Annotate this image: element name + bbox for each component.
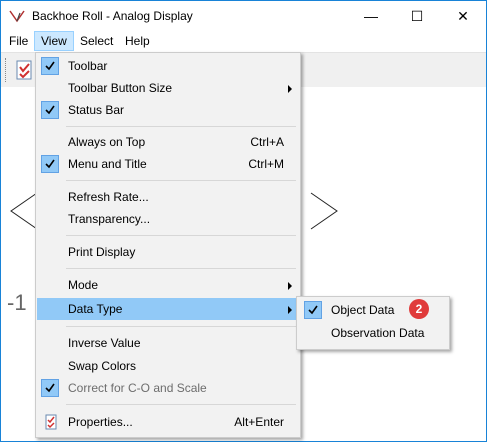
menu-item-label: Swap Colors (68, 359, 137, 373)
menu-item-label: Correct for C-O and Scale (68, 381, 207, 395)
view-menu-dropdown: Toolbar Toolbar Button Size Status Bar A… (35, 52, 301, 438)
menu-item-mode[interactable]: Mode (37, 274, 299, 296)
gauge-right-edge (310, 192, 338, 230)
menu-item-label: Data Type (68, 302, 123, 316)
menu-separator (66, 404, 296, 405)
check-icon (41, 101, 59, 119)
minimize-button[interactable]: — (348, 1, 394, 31)
close-button[interactable]: ✕ (440, 1, 486, 31)
menu-item-print-display[interactable]: Print Display (37, 241, 299, 263)
properties-toolbar-icon[interactable] (13, 59, 35, 81)
menu-item-inverse-value[interactable]: Inverse Value (37, 332, 299, 354)
menu-item-label: Mode (68, 278, 99, 292)
menu-separator (66, 326, 296, 327)
properties-icon (43, 414, 59, 430)
menu-item-label: Menu and Title (68, 157, 147, 171)
menu-item-always-on-top[interactable]: Always on Top Ctrl+A (37, 131, 299, 153)
menu-item-label: Transparency... (68, 212, 151, 226)
check-icon (41, 379, 59, 397)
maximize-button[interactable]: ☐ (394, 1, 440, 31)
menu-select[interactable]: Select (74, 31, 119, 51)
check-icon (304, 301, 322, 319)
menu-item-menu-and-title[interactable]: Menu and Title Ctrl+M (37, 153, 299, 175)
menu-item-properties[interactable]: Properties... Alt+Enter (37, 411, 299, 433)
menu-item-toolbar-button-size[interactable]: Toolbar Button Size (37, 77, 299, 99)
menu-item-shortcut: Ctrl+A (250, 135, 284, 149)
app-gauge-icon (9, 9, 25, 23)
menu-separator (66, 268, 296, 269)
menu-item-label: Toolbar (68, 59, 108, 73)
menu-item-data-type[interactable]: Data Type (37, 298, 299, 320)
menu-item-refresh-rate[interactable]: Refresh Rate... (37, 186, 299, 208)
menu-item-label: Toolbar Button Size (68, 81, 173, 95)
gauge-left-value: -1 (7, 290, 27, 315)
submenu-item-label: Observation Data (331, 326, 425, 340)
menu-separator (66, 180, 296, 181)
menu-item-label: Inverse Value (68, 336, 141, 350)
submenu-arrow-icon (288, 282, 292, 290)
window-title: Backhoe Roll - Analog Display (32, 9, 193, 23)
menu-help[interactable]: Help (119, 31, 156, 51)
menu-separator (66, 235, 296, 236)
menu-bar: File View Select Help (1, 31, 486, 51)
toolbar-grip[interactable] (5, 58, 8, 82)
menu-view[interactable]: View (34, 31, 74, 51)
menu-item-label: Always on Top (68, 135, 146, 149)
step-number-badge: 2 (409, 299, 429, 319)
submenu-arrow-icon (288, 85, 292, 93)
title-bar: Backhoe Roll - Analog Display — ☐ ✕ (1, 1, 486, 31)
menu-separator (66, 126, 296, 127)
submenu-item-observation-data[interactable]: Observation Data (298, 322, 448, 344)
menu-item-swap-colors[interactable]: Swap Colors (37, 355, 299, 377)
menu-item-label: Status Bar (68, 103, 125, 117)
menu-item-transparency[interactable]: Transparency... (37, 208, 299, 230)
submenu-arrow-icon (288, 306, 292, 314)
menu-item-label: Refresh Rate... (68, 190, 149, 204)
menu-item-toolbar[interactable]: Toolbar (37, 55, 299, 77)
menu-item-status-bar[interactable]: Status Bar (37, 99, 299, 121)
menu-file[interactable]: File (3, 31, 34, 51)
menu-item-label: Properties... (68, 415, 133, 429)
menu-item-correct-for-co-scale: Correct for C-O and Scale (37, 377, 299, 399)
menu-item-label: Print Display (68, 245, 136, 259)
check-icon (41, 155, 59, 173)
submenu-item-label: Object Data (331, 303, 395, 317)
menu-item-shortcut: Alt+Enter (234, 415, 284, 429)
menu-item-shortcut: Ctrl+M (248, 157, 284, 171)
check-icon (41, 57, 59, 75)
